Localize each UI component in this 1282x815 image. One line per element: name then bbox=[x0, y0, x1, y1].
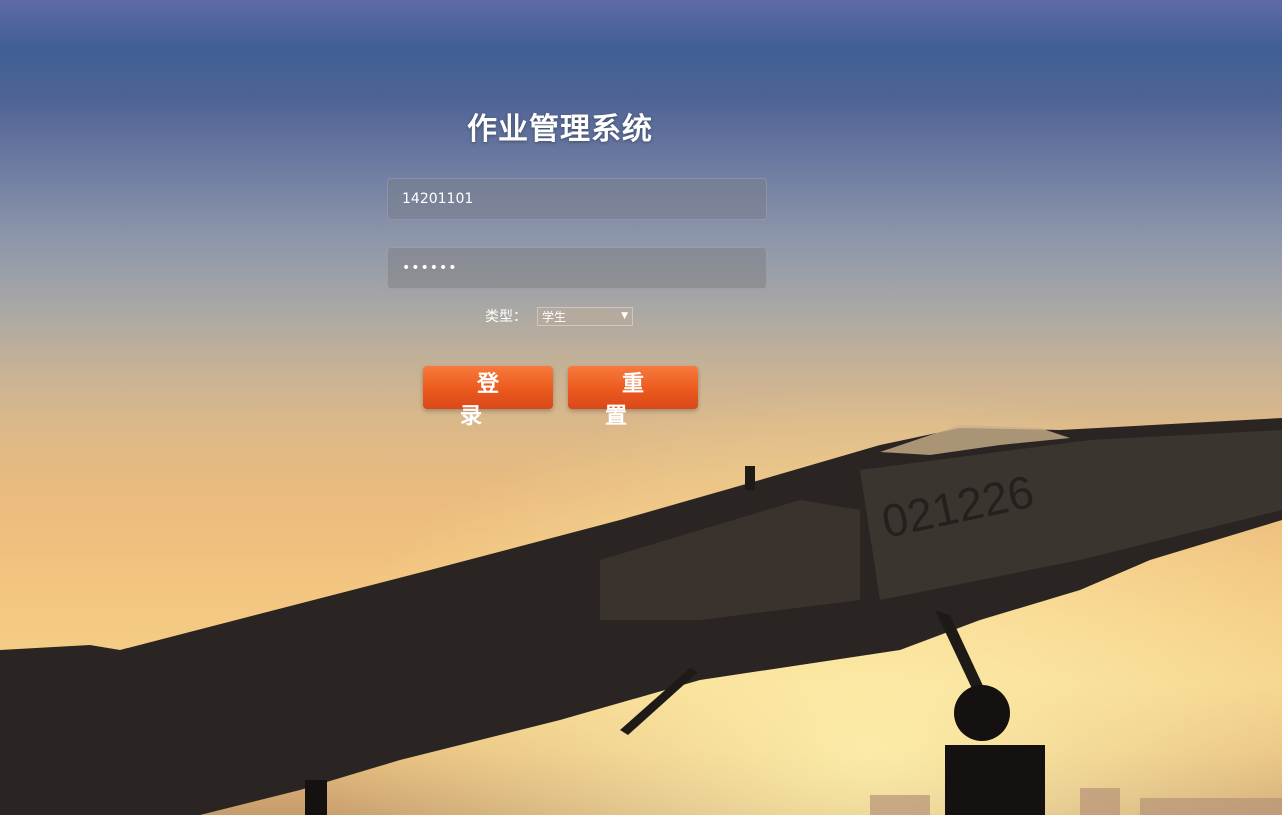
type-row: 类型： 学生 ▼ bbox=[485, 305, 633, 327]
chevron-down-icon: ▼ bbox=[621, 311, 628, 321]
password-input[interactable] bbox=[387, 247, 767, 289]
type-select-value: 学生 bbox=[542, 309, 567, 324]
type-label: 类型： bbox=[485, 309, 527, 325]
login-panel: 作业管理系统 类型： 学生 ▼ 登录 重置 bbox=[0, 0, 1282, 815]
username-input[interactable] bbox=[387, 178, 767, 220]
reset-button[interactable]: 重置 bbox=[568, 366, 698, 429]
type-select[interactable]: 学生 ▼ bbox=[537, 306, 633, 326]
page-title: 作业管理系统 bbox=[467, 112, 653, 147]
login-button[interactable]: 登录 bbox=[423, 366, 553, 429]
